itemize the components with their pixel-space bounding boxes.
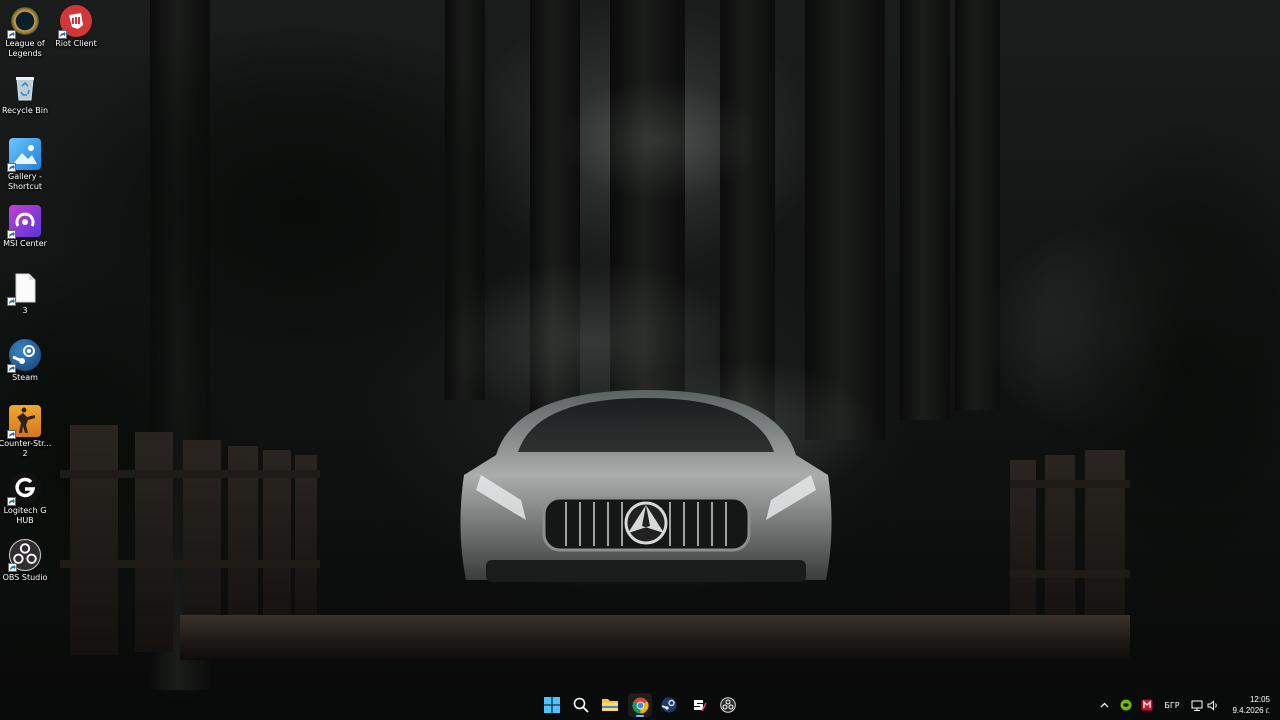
desktop-icon-label: 3 <box>22 306 28 315</box>
desktop-icon-recycle-bin[interactable]: Recycle Bin <box>0 72 53 116</box>
desktop-wallpaper <box>0 0 1280 720</box>
signalrgb-icon <box>694 700 707 712</box>
counter-strike-icon <box>7 405 41 439</box>
desktop-icon-file-3[interactable]: 3 <box>0 272 53 316</box>
desktop-icon-label: OBS Studio <box>2 573 48 582</box>
desktop-icon-counter-strike-2[interactable]: Counter-Str... 2 <box>0 405 53 459</box>
desktop-icon-riot-client[interactable]: Riot Client <box>48 5 104 49</box>
desktop-icon-label: Logitech G HUB <box>3 506 47 525</box>
gallery-icon <box>7 138 41 172</box>
obs-studio-icon <box>720 697 736 713</box>
taskbar: БГР 12:05 9.4.2026 г. <box>0 690 1280 720</box>
desktop-icon-label: MSI Center <box>3 239 47 248</box>
desktop-icon-msi-center[interactable]: MSI Center <box>0 205 53 249</box>
volume-icon <box>1207 699 1217 711</box>
taskbar-signalrgb[interactable] <box>687 693 711 717</box>
desktop-icon-steam[interactable]: Steam <box>0 339 53 383</box>
car-silhouette <box>456 380 836 610</box>
taskbar-search-button[interactable] <box>569 693 593 717</box>
desktop-icon-obs-studio[interactable]: OBS Studio <box>0 539 53 583</box>
obs-studio-icon <box>8 539 41 572</box>
shortcut-arrow-icon <box>7 163 16 172</box>
desktop-icon-label: Steam <box>12 373 38 382</box>
nvidia-icon <box>1120 699 1132 711</box>
tray-nvidia[interactable] <box>1118 690 1134 720</box>
tray-overflow-button[interactable] <box>1096 690 1112 720</box>
clock-time: 12:05 <box>1249 695 1270 704</box>
taskbar-file-explorer[interactable] <box>598 693 622 717</box>
desktop-icon-label: Gallery - Shortcut <box>7 172 43 191</box>
desktop-icon-label: Counter-Str... 2 <box>0 439 52 458</box>
start-button[interactable] <box>540 693 564 717</box>
shortcut-arrow-icon <box>7 30 16 39</box>
taskbar-obs-studio[interactable] <box>716 693 740 717</box>
language-label: БГР <box>1164 700 1180 710</box>
network-ethernet-icon <box>1191 700 1203 711</box>
desktop-icon-league-of-legends[interactable]: League of Legends <box>0 5 53 59</box>
taskbar-chrome[interactable] <box>628 693 652 717</box>
clock-date: 9.4.2026 г. <box>1232 706 1270 715</box>
taskbar-steam[interactable] <box>657 693 681 717</box>
desktop-icon-label: League of Legends <box>5 39 45 58</box>
shortcut-arrow-icon <box>7 430 16 439</box>
chevron-up-icon <box>1100 702 1108 708</box>
taskbar-clock[interactable]: 12:05 9.4.2026 г. <box>1232 694 1270 716</box>
steam-icon <box>7 339 41 373</box>
desktop-icon-logitech-g-hub[interactable]: Logitech G HUB <box>0 472 53 526</box>
shortcut-arrow-icon <box>8 563 17 572</box>
shortcut-arrow-icon <box>7 364 16 373</box>
shortcut-arrow-icon <box>58 30 67 39</box>
desktop-icon-label: Riot Client <box>55 39 97 48</box>
tray-msi-app[interactable] <box>1139 690 1155 720</box>
logitech-g-hub-icon <box>7 472 41 506</box>
recycle-bin-icon <box>9 72 41 104</box>
search-icon <box>573 697 589 713</box>
windows-start-icon <box>544 697 560 713</box>
tray-volume[interactable] <box>1206 690 1220 720</box>
desktop-icon-label: Recycle Bin <box>1 106 49 115</box>
shortcut-arrow-icon <box>7 297 16 306</box>
msi-tray-icon <box>1141 699 1153 711</box>
riot-client-icon <box>58 5 92 39</box>
msi-center-icon <box>7 205 41 239</box>
tray-network[interactable] <box>1190 690 1204 720</box>
league-of-legends-icon <box>7 5 41 39</box>
desktop-icon-gallery[interactable]: Gallery - Shortcut <box>0 138 53 192</box>
file-icon <box>7 272 41 306</box>
shortcut-arrow-icon <box>7 497 16 506</box>
chrome-icon <box>632 697 648 713</box>
input-language-indicator[interactable]: БГР <box>1159 690 1185 720</box>
shortcut-arrow-icon <box>7 230 16 239</box>
file-explorer-icon <box>602 699 618 711</box>
steam-icon <box>661 697 677 713</box>
